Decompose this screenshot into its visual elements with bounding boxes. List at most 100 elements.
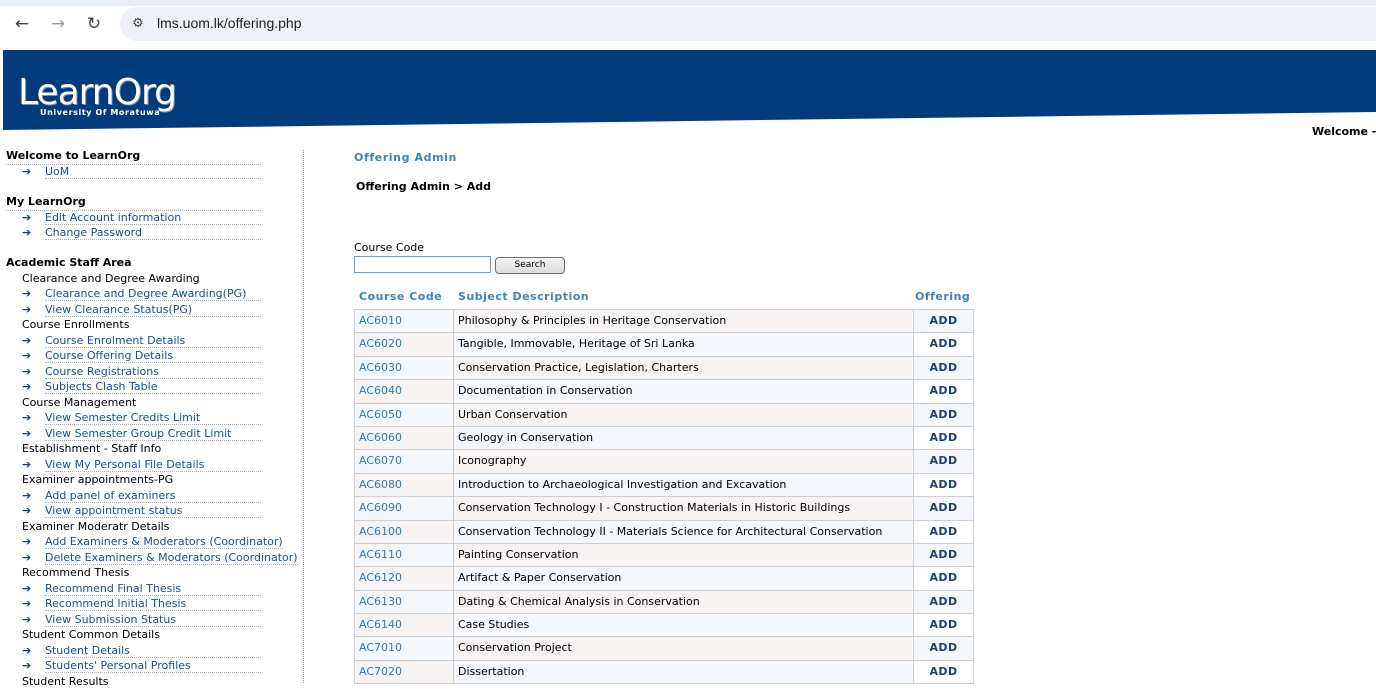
site-info-icon[interactable]: ⚙	[128, 14, 148, 34]
sidebar-link[interactable]: ➔Edit Account information	[6, 210, 302, 226]
course-code-link[interactable]: AC6070	[355, 450, 454, 472]
sidebar-link-label[interactable]: View Clearance Status(PG)	[45, 303, 261, 317]
sidebar-link[interactable]: ➔View My Personal File Details	[6, 457, 302, 473]
course-code-link[interactable]: AC6110	[355, 544, 454, 566]
back-arrow-icon[interactable]: ←	[10, 12, 34, 36]
arrow-right-icon: ➔	[22, 302, 31, 317]
table-header: Course Code Subject Description Offering	[354, 289, 974, 309]
offering-table: Course Code Subject Description Offering…	[354, 289, 974, 684]
search-button[interactable]: Search	[495, 257, 565, 274]
sidebar-link-label[interactable]: Recommend Final Thesis	[45, 582, 261, 596]
sidebar-link-label[interactable]: View Semester Credits Limit	[45, 411, 261, 425]
sidebar-link-label[interactable]: Student Details	[45, 644, 261, 658]
course-code-link[interactable]: AC6030	[355, 357, 454, 379]
arrow-right-icon: ➔	[22, 643, 31, 658]
subject-description: Artifact & Paper Conservation	[454, 567, 914, 589]
course-code-link[interactable]: AC6010	[355, 310, 454, 332]
table-row: AC6030Conservation Practice, Legislation…	[355, 357, 973, 380]
add-offering-link[interactable]: ADD	[914, 497, 973, 519]
sidebar-link-label[interactable]: UoM	[45, 165, 261, 179]
course-code-link[interactable]: AC6100	[355, 521, 454, 543]
sidebar-link-label[interactable]: Clearance and Degree Awarding(PG)	[45, 287, 261, 301]
address-bar[interactable]: ⚙ lms.uom.lk/offering.php	[120, 7, 1376, 41]
sidebar-link[interactable]: ➔ Add Examiners & Moderators (Coordinator…	[6, 534, 302, 550]
sidebar-link[interactable]: ➔ View Clearance Status(PG)	[6, 302, 302, 318]
course-code-link[interactable]: AC6040	[355, 380, 454, 402]
sidebar-link-label[interactable]: View Semester Group Credit Limit	[45, 427, 261, 441]
sidebar-link[interactable]: ➔Subjects Clash Table	[6, 379, 302, 395]
sidebar-link[interactable]: ➔Course Enrolment Details	[6, 333, 302, 349]
subject-description: Conservation Technology I - Construction…	[454, 497, 914, 519]
add-offering-link[interactable]: ADD	[914, 310, 973, 332]
course-code-link[interactable]: AC6020	[355, 333, 454, 355]
add-offering-link[interactable]: ADD	[914, 333, 973, 355]
sidebar-link[interactable]: ➔View appointment status	[6, 503, 302, 519]
sidebar-link-label[interactable]: View Submission Status	[45, 613, 261, 627]
url-text[interactable]: lms.uom.lk/offering.php	[157, 15, 301, 31]
sidebar-link-label[interactable]: Edit Account information	[45, 211, 261, 225]
sidebar-link-label[interactable]: Subjects Clash Table	[45, 380, 261, 394]
sidebar-link[interactable]: ➔Course Registrations	[6, 364, 302, 380]
sidebar-link[interactable]: ➔View Semester Credits Limit	[6, 410, 302, 426]
sidebar-link-label[interactable]: Change Password	[45, 226, 261, 240]
sidebar-link-label[interactable]: Add panel of examiners	[45, 489, 261, 503]
course-code-link[interactable]: AC7010	[355, 637, 454, 659]
add-offering-link[interactable]: ADD	[914, 567, 973, 589]
sidebar-link[interactable]: ➔Delete Examiners & Moderators (Coordina…	[6, 550, 302, 566]
sidebar-link[interactable]: ➔Course Offering Details	[6, 348, 302, 364]
sidebar-link[interactable]: ➔Students' Personal Profiles	[6, 658, 302, 674]
sidebar-link[interactable]: ➔View Submission Status	[6, 612, 302, 628]
sidebar-link-label[interactable]: Course Registrations	[45, 365, 261, 379]
add-offering-link[interactable]: ADD	[914, 380, 973, 402]
add-offering-link[interactable]: ADD	[914, 450, 973, 472]
course-code-link[interactable]: AC6060	[355, 427, 454, 449]
add-offering-link[interactable]: ADD	[914, 357, 973, 379]
table-row: AC6040Documentation in ConservationADD	[355, 380, 973, 403]
sidebar-link-label[interactable]: View My Personal File Details	[45, 458, 261, 472]
course-code-link[interactable]: AC6120	[355, 567, 454, 589]
course-code-link[interactable]: AC6080	[355, 474, 454, 496]
course-code-link[interactable]: AC6130	[355, 591, 454, 613]
add-offering-link[interactable]: ADD	[914, 637, 973, 659]
welcome-user-text: Welcome -	[1312, 125, 1376, 138]
logo-subtitle: University Of Moratuwa	[40, 108, 160, 117]
add-offering-link[interactable]: ADD	[914, 544, 973, 566]
sidebar-link-label[interactable]: Recommend Initial Thesis	[45, 597, 261, 611]
sidebar-link[interactable]: ➔Add panel of examiners	[6, 488, 302, 504]
arrow-right-icon: ➔	[22, 534, 31, 549]
add-offering-link[interactable]: ADD	[914, 521, 973, 543]
sidebar-link-label[interactable]: View appointment status	[45, 504, 261, 518]
course-code-link[interactable]: AC7020	[355, 661, 454, 683]
sidebar-link[interactable]: ➔Change Password	[6, 225, 302, 241]
sidebar-link-label[interactable]: Delete Examiners & Moderators (Coordinat…	[45, 551, 298, 565]
sidebar-link[interactable]: ➔View Semester Group Credit Limit	[6, 426, 302, 442]
page-title: Offering Admin	[354, 151, 457, 164]
column-header-offering: Offering	[915, 290, 970, 303]
sidebar-category: Student Common Details	[6, 627, 302, 643]
sidebar-link[interactable]: ➔Recommend Initial Thesis	[6, 596, 302, 612]
subject-description: Conservation Practice, Legislation, Char…	[454, 357, 914, 379]
sidebar-link[interactable]: ➔Clearance and Degree Awarding(PG)	[6, 286, 302, 302]
table-row: AC6080Introduction to Archaeological Inv…	[355, 474, 973, 497]
course-code-link[interactable]: AC6090	[355, 497, 454, 519]
forward-arrow-icon[interactable]: →	[46, 12, 70, 36]
reload-icon[interactable]: ↻	[82, 12, 106, 36]
add-offering-link[interactable]: ADD	[914, 614, 973, 636]
sidebar-link-label[interactable]: Course Enrolment Details	[45, 334, 261, 348]
subject-description: Painting Conservation	[454, 544, 914, 566]
course-code-input[interactable]	[354, 256, 491, 273]
add-offering-link[interactable]: ADD	[914, 427, 973, 449]
add-offering-link[interactable]: ADD	[914, 404, 973, 426]
course-code-link[interactable]: AC6050	[355, 404, 454, 426]
sidebar-link[interactable]: ➔Recommend Final Thesis	[6, 581, 302, 597]
add-offering-link[interactable]: ADD	[914, 591, 973, 613]
course-code-link[interactable]: AC6140	[355, 614, 454, 636]
add-offering-link[interactable]: ADD	[914, 474, 973, 496]
sidebar-link[interactable]: ➔ Student Details	[6, 643, 302, 659]
sidebar-link-label[interactable]: Students' Personal Profiles	[45, 659, 261, 673]
add-offering-link[interactable]: ADD	[914, 661, 973, 683]
sidebar-link-label[interactable]: Course Offering Details	[45, 349, 261, 363]
learnorg-logo[interactable]: LearnOrg	[18, 72, 176, 113]
sidebar-link-label[interactable]: Add Examiners & Moderators (Coordinator)	[45, 535, 283, 549]
sidebar-link[interactable]: ➔UoM	[6, 164, 302, 180]
